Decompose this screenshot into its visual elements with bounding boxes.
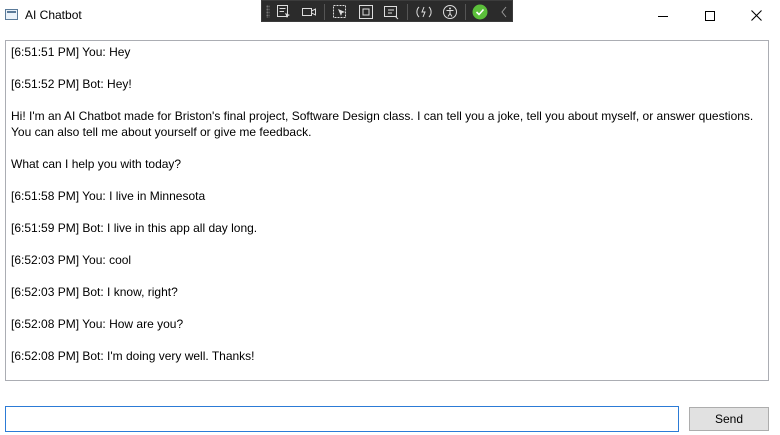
- chat-message: What can I help you with today?: [11, 157, 182, 171]
- toolbar-separator: [324, 4, 325, 20]
- live-tree-icon[interactable]: [301, 4, 317, 20]
- window-title: AI Chatbot: [25, 8, 82, 22]
- message-input[interactable]: [5, 406, 679, 432]
- select-element-icon[interactable]: [276, 4, 292, 20]
- close-icon: [750, 10, 762, 21]
- chat-message: [6:51:52 PM] Bot: Hey!: [11, 77, 132, 91]
- maximize-icon: [705, 10, 715, 21]
- chat-message: [6:51:59 PM] Bot: I live in this app all…: [11, 221, 258, 235]
- maximize-button[interactable]: [687, 0, 733, 31]
- minimize-icon: [658, 15, 668, 17]
- chat-message: [6:52:08 PM] Bot: I'm doing very well. T…: [11, 349, 255, 363]
- chat-message: Hi! I'm an AI Chatbot made for Briston's…: [11, 109, 754, 139]
- collapse-chevron-icon[interactable]: [496, 4, 512, 20]
- ok-check-icon[interactable]: [472, 4, 488, 20]
- adorner-icon[interactable]: [358, 4, 374, 20]
- hot-reload-icon[interactable]: [416, 4, 432, 20]
- chat-message: [6:51:58 PM] You: I live in Minnesota: [11, 189, 206, 203]
- chat-message: [6:52:03 PM] Bot: I know, right?: [11, 285, 178, 299]
- toolbar-grip[interactable]: [266, 5, 270, 18]
- chat-log[interactable]: [6:51:51 PM] You: Hey [6:51:52 PM] Bot: …: [5, 40, 769, 381]
- close-button[interactable]: [733, 0, 779, 31]
- minimize-button[interactable]: [640, 0, 686, 31]
- window-app-icon: [5, 9, 18, 20]
- send-button[interactable]: Send: [689, 407, 769, 431]
- accessibility-icon[interactable]: [442, 4, 458, 20]
- chat-message: [6:52:03 PM] You: cool: [11, 253, 132, 267]
- toolbar-separator: [465, 4, 466, 20]
- chat-message: [6:51:51 PM] You: Hey: [11, 45, 131, 59]
- chat-message: [6:52:08 PM] You: How are you?: [11, 317, 184, 331]
- select-element-cursor-icon[interactable]: [332, 4, 348, 20]
- debug-toolbar: [261, 0, 513, 22]
- layout-adjust-icon[interactable]: [383, 4, 399, 20]
- toolbar-separator: [407, 4, 408, 20]
